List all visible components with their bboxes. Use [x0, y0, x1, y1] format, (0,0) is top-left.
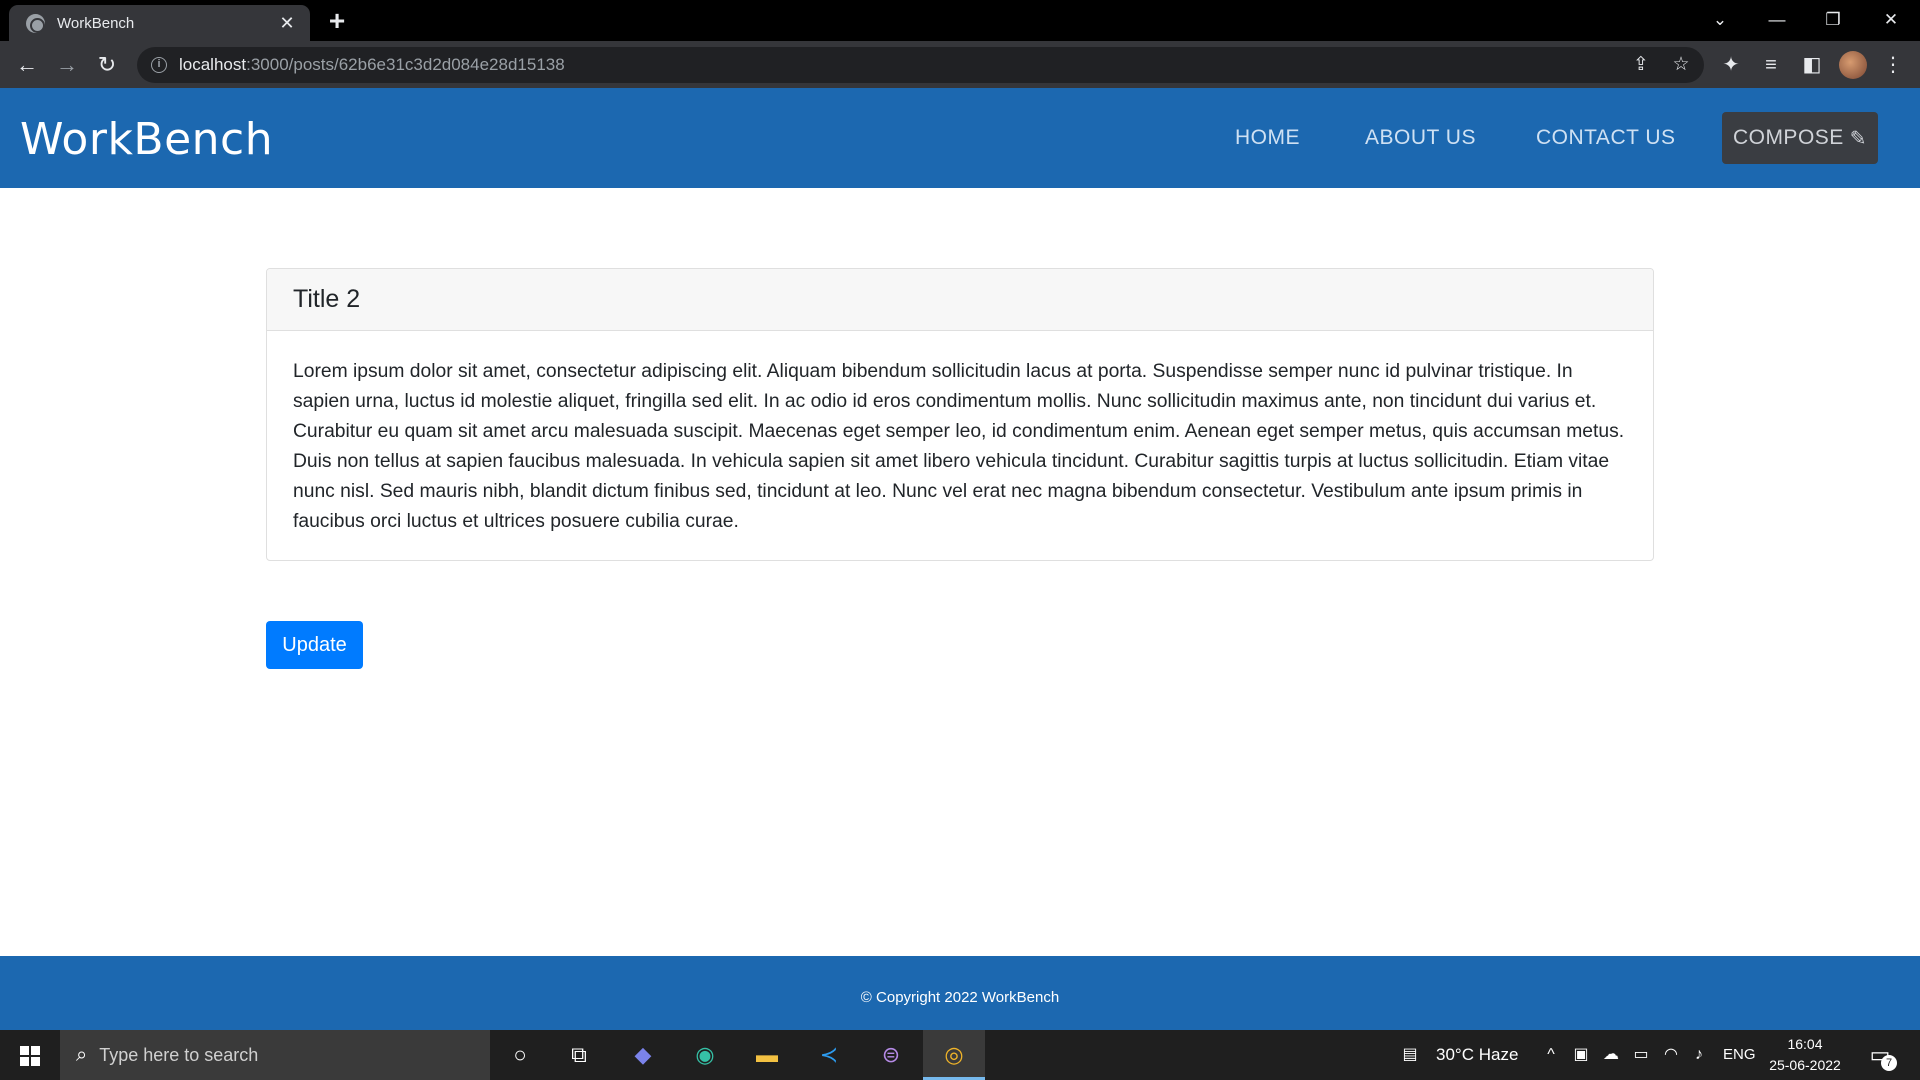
task-view-icon[interactable]: ⧉ [562, 1039, 596, 1071]
volume-icon[interactable]: ♪ [1688, 1044, 1710, 1066]
post-body: Lorem ipsum dolor sit amet, consectetur … [293, 361, 1625, 532]
update-button[interactable]: Update [266, 621, 363, 669]
meet-now-icon[interactable]: ▣ [1570, 1044, 1592, 1066]
reload-icon[interactable]: ↻ [91, 49, 123, 81]
compose-button[interactable]: COMPOSE ✎ [1722, 112, 1878, 164]
teams-icon[interactable]: ◆ [626, 1039, 660, 1071]
windows-start-icon[interactable] [20, 1046, 40, 1066]
post-card-header: Title 2 [267, 269, 1653, 331]
nav-link-about-us[interactable]: ABOUT US [1365, 126, 1476, 150]
nav-link-home[interactable]: HOME [1235, 126, 1300, 150]
site-navbar: WorkBench HOME ABOUT US CONTACT US COMPO… [0, 88, 1920, 188]
url-host: localhost [179, 55, 247, 74]
onedrive-icon[interactable]: ☁ [1600, 1044, 1622, 1066]
post-title: Title 2 [293, 285, 361, 313]
menu-kebab-icon[interactable]: ⋮ [1877, 49, 1909, 81]
browser-tabstrip: WorkBench ✕ + ⌄ — ❐ ✕ [0, 0, 1920, 41]
taskbar-clock[interactable]: 16:04 25-06-2022 [1760, 1034, 1850, 1076]
brand-logo[interactable]: WorkBench [20, 114, 273, 165]
taskbar-active-app[interactable]: ◎ [923, 1030, 985, 1080]
clock-time: 16:04 [1787, 1036, 1823, 1052]
post-card: Title 2 Lorem ipsum dolor sit amet, cons… [266, 268, 1654, 561]
search-placeholder: Type here to search [99, 1044, 259, 1065]
wifi-icon[interactable]: ◠ [1660, 1044, 1682, 1066]
browser-tab[interactable]: WorkBench ✕ [9, 5, 310, 41]
browser-toolbar: ← → ↻ i localhost:3000/posts/62b6e31c3d2… [0, 41, 1920, 88]
forward-icon[interactable]: → [51, 49, 83, 81]
side-panel-icon[interactable]: ◧ [1796, 49, 1828, 81]
site-info-icon[interactable]: i [151, 57, 167, 73]
new-tab-icon[interactable]: + [322, 6, 352, 36]
url-path: :3000/posts/62b6e31c3d2d084e28d15138 [246, 55, 565, 74]
site-footer: © Copyright 2022 WorkBench [0, 956, 1920, 1030]
footer-copyright: © Copyright 2022 WorkBench [860, 989, 1060, 1006]
notification-badge: 7 [1881, 1055, 1897, 1071]
tray-chevron-icon[interactable]: ^ [1540, 1044, 1562, 1066]
compose-label: COMPOSE [1732, 126, 1844, 149]
taskbar-search-input[interactable]: ⌕ Type here to search [60, 1030, 490, 1080]
minimize-icon[interactable]: — [1757, 4, 1797, 36]
tab-search-chevron-icon[interactable]: ⌄ [1700, 4, 1740, 36]
battery-icon[interactable]: ▭ [1630, 1044, 1652, 1066]
language-indicator[interactable]: ENG [1723, 1046, 1756, 1063]
cortana-icon[interactable]: ○ [503, 1039, 537, 1071]
edge-icon[interactable]: ◉ [688, 1039, 722, 1071]
vscode-icon[interactable]: ≺ [812, 1039, 846, 1071]
nav-link-contact-us[interactable]: CONTACT US [1536, 126, 1676, 150]
clock-date: 25-06-2022 [1769, 1057, 1841, 1073]
profile-avatar[interactable] [1839, 51, 1867, 79]
back-icon[interactable]: ← [11, 49, 43, 81]
tab-title: WorkBench [57, 14, 135, 32]
weather-icon[interactable]: ▤ [1396, 1044, 1424, 1066]
weather-text[interactable]: 30°C Haze [1436, 1045, 1518, 1065]
address-bar[interactable]: i localhost:3000/posts/62b6e31c3d2d084e2… [137, 47, 1704, 83]
search-icon: ⌕ [76, 1043, 88, 1066]
pencil-icon: ✎ [1849, 127, 1868, 150]
share-icon[interactable]: ⇪ [1627, 51, 1655, 79]
bookmark-star-icon[interactable]: ☆ [1667, 51, 1695, 79]
extensions-icon[interactable]: ✦ [1715, 49, 1747, 81]
media-controls-icon[interactable]: ≡ [1755, 49, 1787, 81]
eclipse-icon[interactable]: ⊜ [874, 1039, 908, 1071]
chrome-icon: ◎ [944, 1042, 964, 1067]
file-explorer-icon[interactable]: ▬ [750, 1039, 784, 1071]
window-close-icon[interactable]: ✕ [1871, 4, 1911, 36]
restore-icon[interactable]: ❐ [1813, 4, 1853, 36]
close-icon[interactable]: ✕ [276, 12, 298, 34]
windows-taskbar: ⌕ Type here to search ○ ⧉ ◆ ◉ ▬ ≺ ⊜ ◎ ▤ … [0, 1030, 1920, 1080]
globe-icon [26, 13, 45, 33]
